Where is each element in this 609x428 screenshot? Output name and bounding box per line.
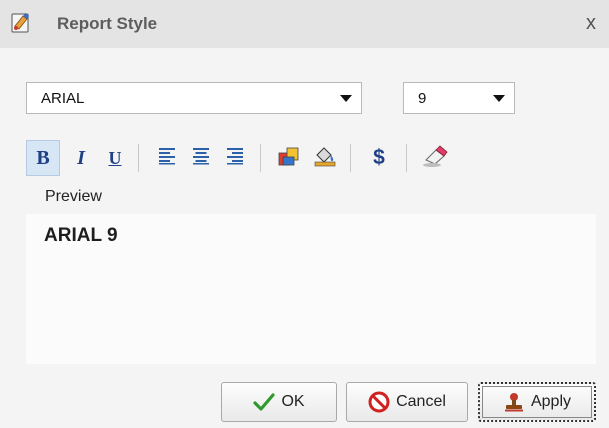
bold-icon: B <box>36 146 50 169</box>
ok-button[interactable]: OK <box>221 382 337 422</box>
preview-text: ARIAL 9 <box>44 225 118 246</box>
apply-button[interactable]: Apply <box>478 382 596 422</box>
underline-button[interactable]: U <box>98 140 132 176</box>
currency-button[interactable]: $ <box>362 140 396 176</box>
cancel-button[interactable]: Cancel <box>346 382 468 422</box>
title-bar: Report Style x <box>0 0 609 48</box>
eraser-icon <box>422 144 448 173</box>
align-left-button[interactable] <box>150 140 184 176</box>
report-style-icon <box>9 10 35 34</box>
chevron-down-icon[interactable] <box>334 86 358 110</box>
align-right-icon <box>225 146 245 171</box>
italic-icon: I <box>77 146 85 169</box>
toolbar-separator <box>350 144 351 172</box>
checkmark-icon <box>253 391 276 413</box>
paint-bucket-icon <box>313 145 337 172</box>
font-color-icon <box>277 145 301 172</box>
clear-format-button[interactable] <box>418 140 452 176</box>
bold-button[interactable]: B <box>26 140 60 176</box>
font-color-button[interactable] <box>272 140 306 176</box>
close-button[interactable]: x <box>581 13 601 33</box>
chevron-down-icon[interactable] <box>487 86 511 110</box>
font-family-value: ARIAL <box>41 90 85 107</box>
fill-color-button[interactable] <box>308 140 342 176</box>
italic-button[interactable]: I <box>64 140 98 176</box>
font-family-select[interactable]: ARIAL <box>26 82 362 114</box>
toolbar-separator <box>138 144 139 172</box>
align-left-icon <box>157 146 177 171</box>
cancel-label: Cancel <box>396 393 446 410</box>
apply-label: Apply <box>530 393 572 410</box>
dialog-title: Report Style <box>57 14 158 33</box>
report-style-dialog: Report Style x ARIAL 9 B I U $ Preview A… <box>0 0 609 428</box>
stamp-icon <box>503 391 525 413</box>
align-right-button[interactable] <box>218 140 252 176</box>
format-toolbar: B I U $ <box>26 140 596 178</box>
toolbar-separator <box>406 144 407 172</box>
align-center-button[interactable] <box>184 140 218 176</box>
preview-label: Preview <box>45 188 102 205</box>
font-size-value: 9 <box>418 90 427 107</box>
font-size-select[interactable]: 9 <box>403 82 515 114</box>
dollar-icon: $ <box>373 146 385 169</box>
ok-label: OK <box>281 393 305 410</box>
underline-icon: U <box>108 147 122 168</box>
preview-area: ARIAL 9 <box>26 214 596 364</box>
toolbar-separator <box>260 144 261 172</box>
align-center-icon <box>191 146 211 171</box>
prohibited-icon <box>368 391 390 413</box>
